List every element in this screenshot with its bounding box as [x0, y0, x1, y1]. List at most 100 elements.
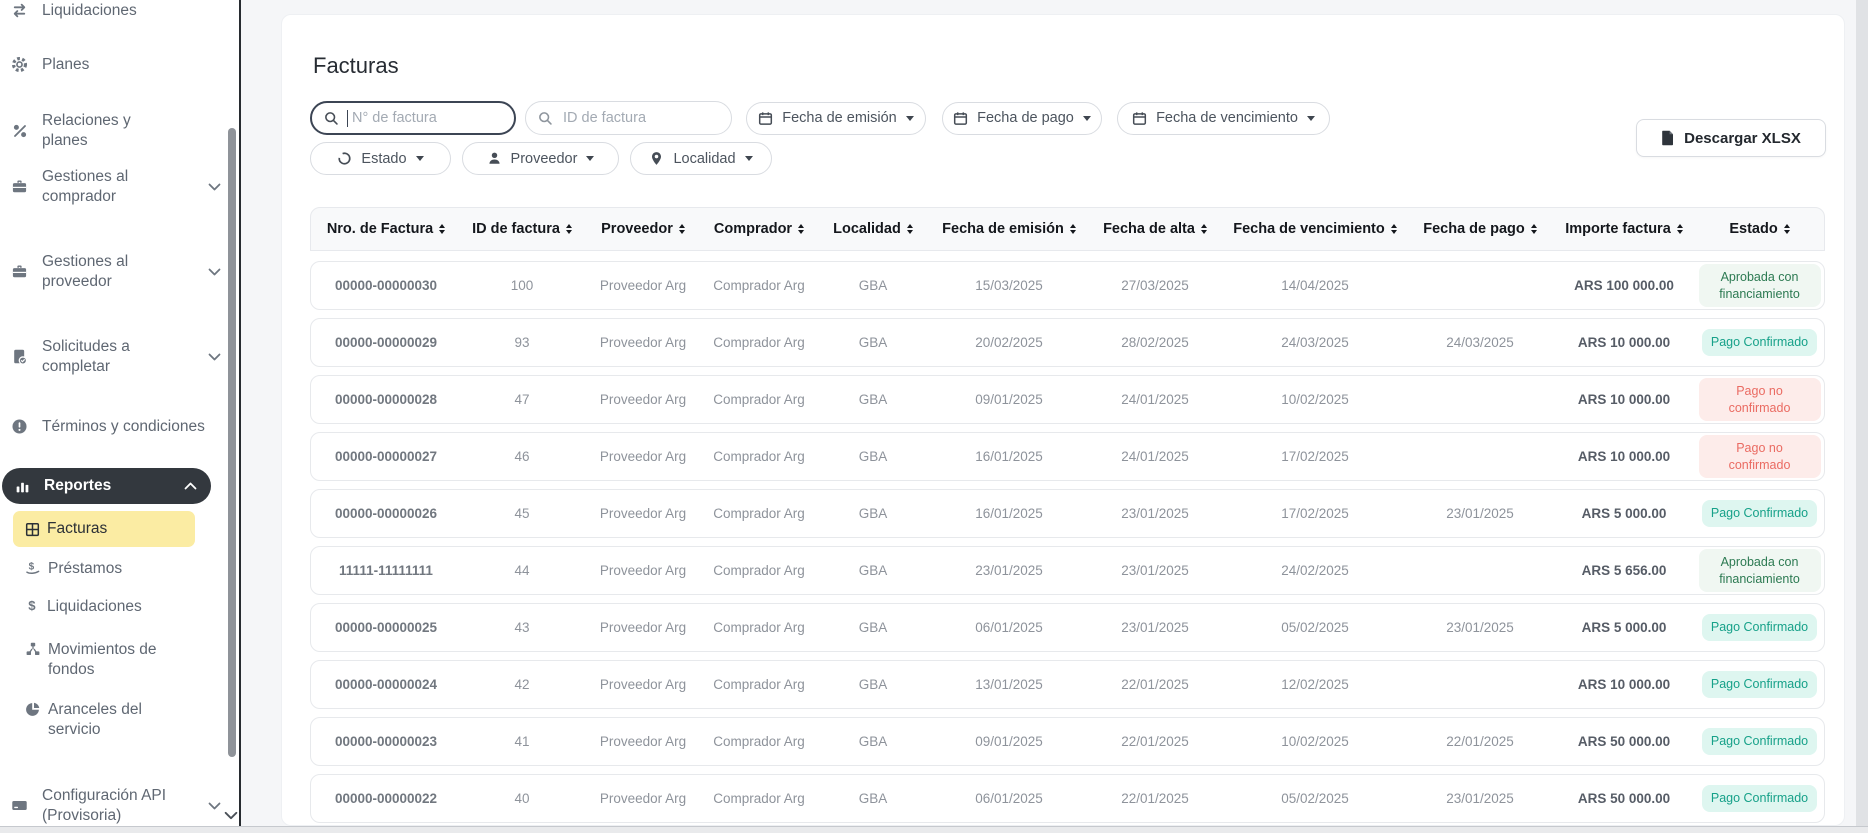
sidebar-item-solicitudes[interactable]: Solicitudes a completar — [0, 337, 221, 377]
status-badge: Pago Confirmado — [1702, 329, 1817, 355]
cell-nro: 00000-00000022 — [311, 791, 461, 806]
cell-emision: 16/01/2025 — [931, 449, 1087, 464]
cell-importe: ARS 10 000.00 — [1553, 449, 1695, 464]
caret-down-icon — [416, 156, 424, 161]
sidebar-item-prestamos[interactable]: $ Préstamos — [25, 559, 190, 579]
filter-fecha-vencimiento[interactable]: Fecha de vencimiento — [1117, 102, 1330, 135]
sidebar-item-aranceles[interactable]: Aranceles del servicio — [25, 700, 190, 740]
sort-icon[interactable] — [1070, 224, 1076, 234]
sidebar-item-movimientos[interactable]: Movimientos de fondos — [25, 640, 190, 680]
sidebar-item-gestiones-comprador[interactable]: Gestiones al comprador — [0, 167, 221, 207]
filter-label: Proveedor — [511, 151, 578, 167]
column-header-1[interactable]: Nro. de Factura — [311, 221, 461, 237]
invoice-number-search-field[interactable] — [350, 109, 474, 127]
sidebar-item-reportes[interactable]: Reportes — [2, 468, 211, 504]
sidebar-item-label: Términos y condiciones — [42, 417, 217, 437]
sidebar-item-gestiones-proveedor[interactable]: Gestiones al proveedor — [0, 252, 221, 292]
table-row[interactable]: 00000-0000002240Proveedor ArgComprador A… — [310, 774, 1825, 823]
sidebar-item-relaciones-y-planes[interactable]: Relaciones y planes — [0, 111, 221, 151]
column-header-3[interactable]: Proveedor — [583, 221, 703, 237]
column-header-5[interactable]: Localidad — [815, 221, 931, 237]
sort-icon[interactable] — [798, 224, 804, 234]
cell-comprador: Comprador Arg — [703, 563, 815, 578]
sort-icon[interactable] — [1531, 224, 1537, 234]
sort-icon[interactable] — [1391, 224, 1397, 234]
status-badge: Pago no confirmado — [1699, 378, 1821, 421]
sort-icon[interactable] — [566, 224, 572, 234]
sidebar-item-label: Solicitudes a completar — [42, 337, 174, 377]
invoice-id-search-field[interactable] — [561, 109, 685, 127]
cell-emision: 13/01/2025 — [931, 677, 1087, 692]
column-header-9[interactable]: Fecha de pago — [1407, 221, 1553, 237]
caret-down-icon — [906, 116, 914, 121]
cell-comprador: Comprador Arg — [703, 791, 815, 806]
column-header-2[interactable]: ID de factura — [461, 221, 583, 237]
sort-icon[interactable] — [1784, 224, 1790, 234]
sidebar-item-terminos[interactable]: Términos y condiciones — [0, 417, 236, 437]
cell-nro: 00000-00000023 — [311, 734, 461, 749]
cell-comprador: Comprador Arg — [703, 734, 815, 749]
download-xlsx-button[interactable]: Descargar XLSX — [1636, 119, 1826, 157]
sidebar-item-liquidaciones-reporte[interactable]: $ Liquidaciones — [25, 597, 190, 617]
table-row[interactable]: 00000-0000002543Proveedor ArgComprador A… — [310, 603, 1825, 652]
caret-down-icon — [745, 156, 753, 161]
table-row[interactable]: 00000-0000002341Proveedor ArgComprador A… — [310, 717, 1825, 766]
table-row[interactable]: 00000-0000002746Proveedor ArgComprador A… — [310, 432, 1825, 481]
network-icon — [25, 641, 41, 657]
sidebar-item-planes[interactable]: Planes — [0, 55, 221, 75]
sidebar-item-label: Préstamos — [48, 559, 122, 579]
filter-fecha-emision[interactable]: Fecha de emisión — [746, 102, 926, 135]
sort-icon[interactable] — [1677, 224, 1683, 234]
sidebar-item-label: Liquidaciones — [42, 1, 174, 21]
page-horizontal-scrollbar[interactable] — [0, 826, 1868, 833]
filter-localidad[interactable]: Localidad — [630, 142, 772, 175]
sidebar-item-label: Aranceles del servicio — [48, 700, 158, 740]
cell-comprador: Comprador Arg — [703, 677, 815, 692]
table-row[interactable]: 00000-0000002993Proveedor ArgComprador A… — [310, 318, 1825, 367]
sidebar-scroll-down-icon[interactable] — [224, 811, 238, 820]
sort-icon[interactable] — [439, 224, 445, 234]
table-row[interactable]: 00000-0000002645Proveedor ArgComprador A… — [310, 489, 1825, 538]
table-row[interactable]: 11111-1111111144Proveedor ArgComprador A… — [310, 546, 1825, 595]
cell-comprador: Comprador Arg — [703, 278, 815, 293]
cell-alta: 22/01/2025 — [1087, 734, 1223, 749]
cell-alta: 22/01/2025 — [1087, 677, 1223, 692]
sort-icon[interactable] — [679, 224, 685, 234]
column-header-11[interactable]: Estado — [1695, 221, 1824, 237]
column-header-10[interactable]: Importe factura — [1553, 221, 1695, 237]
sidebar-item-liquidaciones[interactable]: Liquidaciones — [0, 1, 221, 21]
cell-nro: 00000-00000027 — [311, 449, 461, 464]
cell-localidad: GBA — [815, 791, 931, 806]
sidebar-item-facturas[interactable]: Facturas — [13, 511, 195, 547]
column-header-label: Importe factura — [1565, 221, 1671, 237]
cell-pago: 24/03/2025 — [1407, 335, 1553, 350]
cell-estado: Pago Confirmado — [1695, 785, 1824, 811]
invoice-number-search-input[interactable] — [310, 101, 516, 135]
cell-id: 100 — [461, 278, 583, 293]
bar-chart-icon — [14, 478, 31, 495]
cell-estado: Pago no confirmado — [1695, 435, 1824, 478]
table-header: Nro. de Factura ID de facturaProveedorCom… — [310, 207, 1825, 251]
swap-arrows-icon — [11, 2, 28, 19]
exclamation-circle-icon — [11, 418, 28, 435]
table-row[interactable]: 00000-0000002847Proveedor ArgComprador A… — [310, 375, 1825, 424]
column-header-8[interactable]: Fecha de vencimiento — [1223, 221, 1407, 237]
column-header-4[interactable]: Comprador — [703, 221, 815, 237]
cell-localidad: GBA — [815, 392, 931, 407]
cell-importe: ARS 5 000.00 — [1553, 506, 1695, 521]
column-header-6[interactable]: Fecha de emisión — [931, 221, 1087, 237]
cell-localidad: GBA — [815, 563, 931, 578]
sidebar-item-configuracion-api[interactable]: Configuración API (Provisoria) — [0, 786, 221, 826]
filter-fecha-pago[interactable]: Fecha de pago — [942, 102, 1102, 135]
column-header-7[interactable]: Fecha de alta — [1087, 221, 1223, 237]
filter-estado[interactable]: Estado — [310, 142, 451, 175]
sidebar-scrollbar-thumb[interactable] — [228, 128, 236, 757]
table-row[interactable]: 00000-0000002442Proveedor ArgComprador A… — [310, 660, 1825, 709]
invoice-id-search-input[interactable] — [525, 101, 732, 135]
column-header-label: Nro. de Factura — [327, 221, 433, 237]
sort-icon[interactable] — [1201, 224, 1207, 234]
filter-proveedor[interactable]: Proveedor — [462, 142, 619, 175]
sort-icon[interactable] — [907, 224, 913, 234]
table-row[interactable]: 00000-00000030100Proveedor ArgComprador … — [310, 261, 1825, 310]
page-vertical-scrollbar[interactable] — [1856, 0, 1868, 826]
